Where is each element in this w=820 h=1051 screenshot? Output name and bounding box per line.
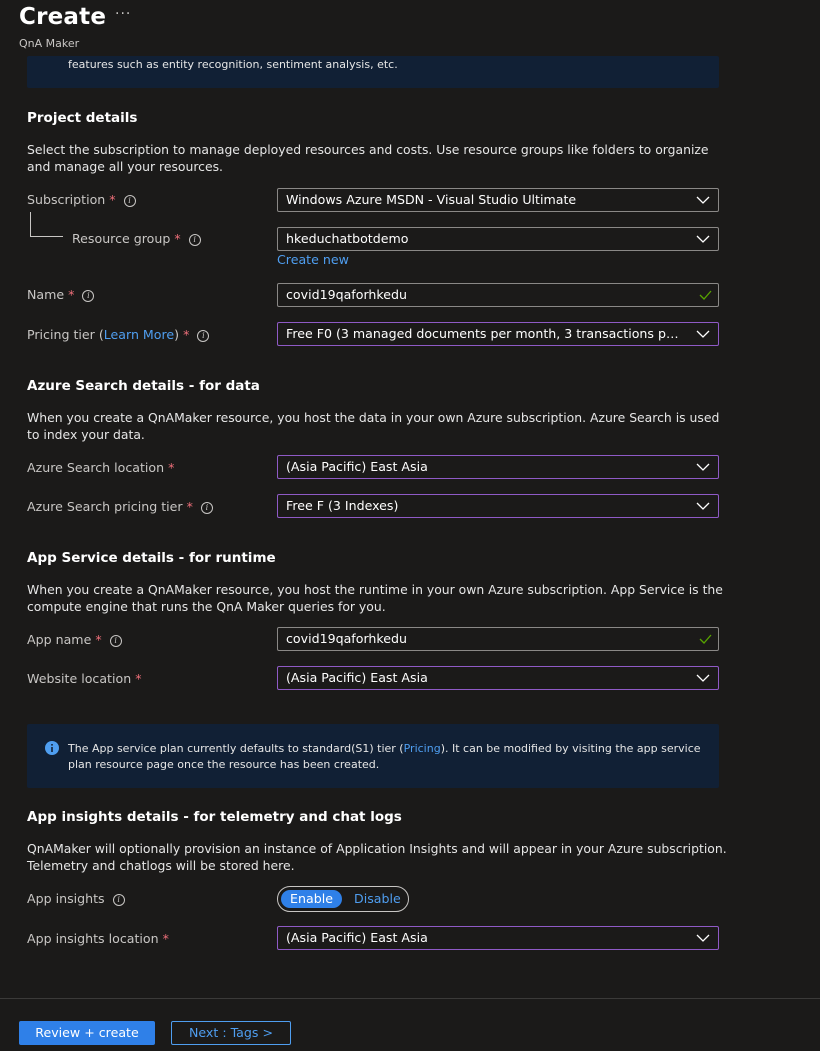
search-details-title: Azure Search details - for data — [27, 378, 260, 394]
subscription-dropdown[interactable]: Windows Azure MSDN - Visual Studio Ultim… — [277, 188, 719, 212]
name-value: covid19qaforhkedu — [286, 287, 407, 302]
info-icon[interactable]: i — [188, 234, 201, 246]
app-service-description: When you create a QnAMaker resource, you… — [27, 582, 723, 614]
info-icon[interactable]: i — [200, 502, 213, 514]
check-icon — [699, 290, 712, 300]
resource-group-label: Resource group * i — [72, 231, 201, 246]
info-icon[interactable]: i — [197, 330, 210, 342]
search-tier-label: Azure Search pricing tier * i — [27, 499, 213, 514]
name-label: Name * i — [27, 287, 95, 302]
learn-more-link[interactable]: Learn More — [104, 327, 174, 342]
search-details-description: When you create a QnAMaker resource, you… — [27, 410, 720, 442]
chevron-down-icon — [696, 330, 710, 338]
page-title: Create — [19, 4, 107, 30]
subscription-label: Subscription * i — [27, 192, 136, 207]
info-icon[interactable]: i — [112, 894, 125, 906]
chevron-down-icon — [696, 502, 710, 510]
search-location-value: (Asia Pacific) East Asia — [286, 459, 428, 474]
app-insights-location-value: (Asia Pacific) East Asia — [286, 930, 428, 945]
search-tier-value: Free F (3 Indexes) — [286, 498, 399, 513]
app-name-input[interactable]: covid19qaforhkedu — [277, 627, 719, 651]
app-insights-description: QnAMaker will optionally provision an in… — [27, 841, 727, 873]
info-icon[interactable]: i — [123, 195, 136, 207]
app-insights-title: App insights details - for telemetry and… — [27, 809, 402, 825]
tree-connector — [30, 212, 63, 237]
next-tags-button[interactable]: Next : Tags > — [171, 1021, 291, 1045]
subscription-value: Windows Azure MSDN - Visual Studio Ultim… — [286, 192, 577, 207]
pricing-tier-dropdown[interactable]: Free F0 (3 managed documents per month, … — [277, 322, 719, 346]
app-name-value: covid19qaforhkedu — [286, 631, 407, 646]
create-new-link[interactable]: Create new — [277, 252, 349, 267]
website-location-label: Website location * — [27, 671, 142, 686]
pricing-tier-value: Free F0 (3 managed documents per month, … — [286, 326, 686, 341]
website-location-dropdown[interactable]: (Asia Pacific) East Asia — [277, 666, 719, 690]
resource-group-value: hkeduchatbotdemo — [286, 231, 409, 246]
top-info-text: features such as entity recognition, sen… — [68, 58, 398, 71]
search-tier-dropdown[interactable]: Free F (3 Indexes) — [277, 494, 719, 518]
website-location-value: (Asia Pacific) East Asia — [286, 670, 428, 685]
app-name-label: App name * i — [27, 632, 122, 647]
chevron-down-icon — [696, 674, 710, 682]
page-subtitle: QnA Maker — [19, 37, 80, 50]
name-input[interactable]: covid19qaforhkedu — [277, 283, 719, 307]
top-info-box: features such as entity recognition, sen… — [27, 56, 719, 88]
check-icon — [699, 634, 712, 644]
app-insights-location-dropdown[interactable]: (Asia Pacific) East Asia — [277, 926, 719, 950]
disable-option[interactable]: Disable — [354, 890, 401, 908]
chevron-down-icon — [696, 235, 710, 243]
app-insights-location-label: App insights location * — [27, 931, 169, 946]
app-insights-toggle[interactable]: Enable Disable — [277, 886, 409, 912]
search-location-dropdown[interactable]: (Asia Pacific) East Asia — [277, 455, 719, 479]
review-create-button[interactable]: Review + create — [19, 1021, 155, 1045]
resource-group-dropdown[interactable]: hkeduchatbotdemo — [277, 227, 719, 251]
project-details-description: Select the subscription to manage deploy… — [27, 142, 709, 174]
project-details-title: Project details — [27, 110, 138, 126]
app-insights-label: App insights i — [27, 891, 125, 906]
pricing-tier-label: Pricing tier (Learn More) * i — [27, 327, 210, 342]
more-options-icon[interactable]: ··· — [115, 6, 131, 22]
info-icon[interactable]: i — [109, 635, 122, 647]
info-filled-icon — [45, 741, 59, 755]
footer-divider — [0, 998, 820, 999]
info-icon[interactable]: i — [82, 290, 95, 302]
app-service-info-text: The App service plan currently defaults … — [68, 742, 701, 771]
enable-option[interactable]: Enable — [281, 890, 342, 908]
search-location-label: Azure Search location * — [27, 460, 175, 475]
app-service-title: App Service details - for runtime — [27, 550, 276, 566]
app-service-info-box: The App service plan currently defaults … — [27, 724, 719, 788]
blade-header: Create ··· QnA Maker — [0, 0, 820, 60]
chevron-down-icon — [696, 196, 710, 204]
pricing-link[interactable]: Pricing — [404, 742, 441, 755]
chevron-down-icon — [696, 934, 710, 942]
chevron-down-icon — [696, 463, 710, 471]
